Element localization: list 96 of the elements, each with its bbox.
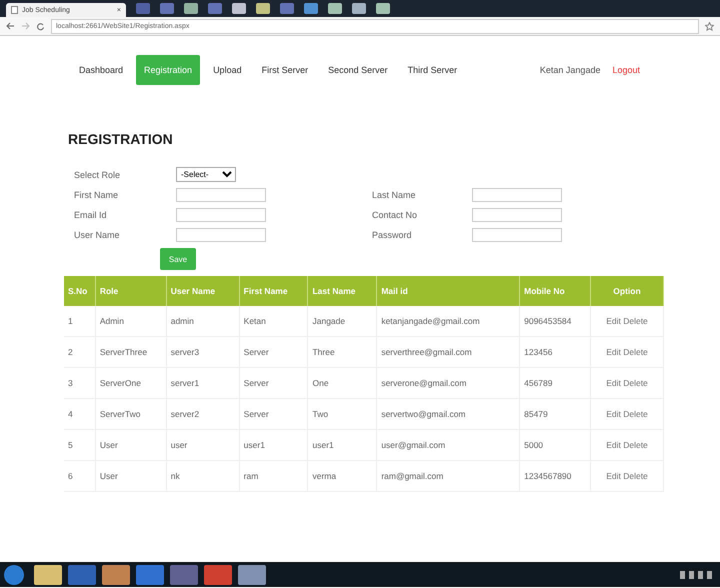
input-field[interactable] (176, 188, 266, 202)
save-button[interactable]: Save (160, 248, 196, 270)
table-cell: Two (308, 398, 377, 430)
field-label: First Name (74, 190, 120, 200)
table-cell: 1234567890 (520, 460, 590, 492)
column-header: Mobile No (520, 276, 590, 306)
table-cell: server2 (166, 398, 240, 430)
nav-link[interactable]: Third Server (400, 57, 464, 83)
delete-link[interactable]: Delete (623, 440, 648, 450)
table-cell: Ketan (239, 306, 308, 336)
input-field[interactable] (176, 208, 266, 222)
table-cell: Jangade (308, 306, 377, 336)
edit-link[interactable]: Edit (606, 440, 621, 450)
table-cell: 123456 (520, 336, 590, 368)
nav-link[interactable]: First Server (254, 57, 316, 83)
table-cell: Server (239, 368, 308, 398)
delete-link[interactable]: Delete (623, 316, 648, 326)
back-icon[interactable] (6, 22, 15, 30)
table-cell: Server (239, 336, 308, 368)
table-cell: ServerThree (95, 336, 166, 368)
table-cell: user@gmail.com (376, 430, 520, 460)
edit-link[interactable]: Edit (606, 378, 621, 388)
system-tray-icon (680, 570, 712, 578)
field-label: Email Id (74, 210, 108, 220)
edit-link[interactable]: Edit (606, 471, 621, 481)
taskbar-icon[interactable] (102, 564, 130, 584)
logout-link[interactable]: Logout (612, 65, 640, 75)
table-cell: user1 (239, 430, 308, 460)
column-header: S.No (64, 276, 96, 306)
user-name: Ketan Jangade (540, 65, 600, 75)
star-icon[interactable] (705, 22, 714, 30)
table-cell: 5000 (520, 430, 590, 460)
field-label: User Name (74, 230, 121, 240)
reload-icon[interactable] (36, 22, 45, 30)
table-cell: verma (308, 460, 377, 492)
table-cell: 5 (64, 430, 96, 460)
table-cell: server1 (166, 368, 240, 398)
delete-link[interactable]: Delete (623, 471, 648, 481)
delete-link[interactable]: Delete (623, 409, 648, 419)
table-cell: user1 (308, 430, 377, 460)
table-cell: Server (239, 398, 308, 430)
column-header: Last Name (308, 276, 377, 306)
table-cell: 6 (64, 460, 96, 492)
table-cell: user (166, 430, 240, 460)
table-cell: User (95, 460, 166, 492)
nav-link[interactable]: Second Server (321, 57, 395, 83)
table-cell: ServerOne (95, 368, 166, 398)
input-field[interactable] (472, 208, 562, 222)
field-label: Password (372, 230, 413, 240)
table-cell: 9096453584 (520, 306, 590, 336)
table-cell: Admin (95, 306, 166, 336)
table-cell: Three (308, 336, 377, 368)
input-field[interactable] (472, 228, 562, 242)
input-field[interactable] (176, 228, 266, 242)
table-cell: servertwo@gmail.com (376, 398, 520, 430)
input-field[interactable] (472, 188, 562, 202)
table-cell: 4 (64, 398, 96, 430)
table-cell: User (95, 430, 166, 460)
table-cell: ServerTwo (95, 398, 166, 430)
table-cell: serverone@gmail.com (376, 368, 520, 398)
table-cell: serverthree@gmail.com (376, 336, 520, 368)
table-cell: One (308, 368, 377, 398)
taskbar-icon[interactable] (238, 564, 266, 584)
edit-link[interactable]: Edit (606, 409, 621, 419)
edit-link[interactable]: Edit (606, 347, 621, 357)
taskbar-icon[interactable] (34, 564, 62, 584)
table-cell: nk (166, 460, 240, 492)
field-label: Select Role (74, 170, 122, 180)
delete-link[interactable]: Delete (623, 347, 648, 357)
nav-link[interactable]: Upload (206, 57, 249, 83)
role-dropdown[interactable]: -Select- (176, 167, 236, 182)
start-button[interactable] (4, 564, 24, 584)
table-cell: 3 (64, 368, 96, 398)
column-header: Option (590, 276, 664, 306)
table-cell: 2 (64, 336, 96, 368)
page-title: REGISTRATION (68, 131, 174, 147)
column-header: Mail id (376, 276, 520, 306)
table-cell: ketanjangade@gmail.com (376, 306, 520, 336)
page-icon (11, 6, 18, 14)
table-cell: ram@gmail.com (376, 460, 520, 492)
table-cell: 456789 (520, 368, 590, 398)
table-cell: 85479 (520, 398, 590, 430)
table-cell: admin (166, 306, 240, 336)
field-label: Last Name (372, 190, 417, 200)
nav-link[interactable]: Registration (136, 55, 200, 85)
field-label: Contact No (372, 210, 418, 220)
edit-link[interactable]: Edit (606, 316, 621, 326)
nav-link[interactable]: Dashboard (72, 57, 130, 83)
delete-link[interactable]: Delete (623, 378, 648, 388)
table-cell: ram (239, 460, 308, 492)
column-header: User Name (166, 276, 240, 306)
table-cell: 1 (64, 306, 96, 336)
table-cell: server3 (166, 336, 240, 368)
forward-icon[interactable] (21, 22, 30, 30)
column-header: First Name (239, 276, 308, 306)
column-header: Role (95, 276, 166, 306)
